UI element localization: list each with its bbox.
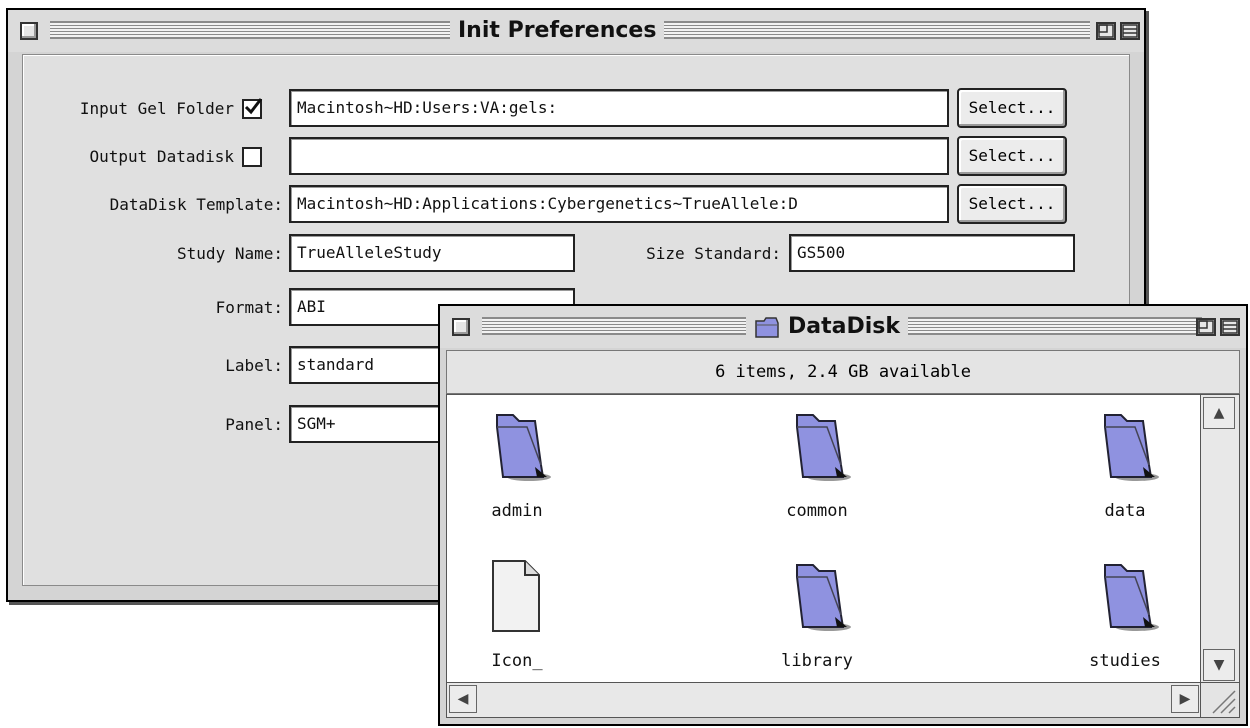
- folder-common[interactable]: common: [747, 407, 887, 521]
- folder-icon: [1104, 564, 1159, 631]
- study-name-label: Study Name:: [177, 244, 283, 263]
- collapse-icon: [1122, 24, 1138, 38]
- checkmark-icon: [244, 98, 263, 115]
- vertical-scrollbar[interactable]: ▲ ▼: [1200, 394, 1240, 684]
- resize-grip-icon[interactable]: [1200, 682, 1240, 718]
- status-bar: 6 items, 2.4 GB available: [446, 350, 1240, 394]
- disk-folder-icon: [755, 316, 779, 338]
- document-icon-file[interactable]: Icon_: [447, 557, 587, 671]
- input-gel-folder-label: Input Gel Folder: [79, 99, 234, 118]
- window-title-group: DataDisk: [746, 314, 908, 339]
- folder-admin[interactable]: admin: [447, 407, 587, 521]
- collapse-box[interactable]: [1120, 22, 1140, 40]
- close-box[interactable]: [452, 318, 470, 336]
- zoom-box[interactable]: [1196, 318, 1216, 336]
- size-standard-field[interactable]: GS500: [789, 234, 1075, 272]
- panel-label: Panel:: [225, 415, 283, 434]
- scroll-left-arrow-icon[interactable]: ◀: [449, 685, 477, 713]
- item-name: studies: [1089, 651, 1161, 671]
- file-list: admin common data Icon_ library studies: [446, 394, 1202, 684]
- input-gel-folder-checkbox[interactable]: [242, 98, 263, 119]
- format-label: Format:: [215, 298, 283, 317]
- collapse-box[interactable]: [1220, 318, 1240, 336]
- folder-icon: [496, 414, 551, 481]
- output-datadisk-label: Output Datadisk: [89, 147, 235, 166]
- input-gel-folder-field[interactable]: Macintosh~HD:Users:VA:gels:: [289, 89, 949, 127]
- item-name: Icon_: [491, 651, 543, 671]
- folder-icon: [796, 414, 851, 481]
- close-box[interactable]: [20, 22, 38, 40]
- item-name: data: [1104, 501, 1146, 521]
- input-gel-select-button[interactable]: Select...: [957, 88, 1067, 128]
- size-standard-label: Size Standard:: [646, 244, 781, 263]
- folder-studies[interactable]: studies: [1055, 557, 1195, 671]
- study-name-field[interactable]: TrueAlleleStudy: [289, 234, 575, 272]
- scroll-right-arrow-icon[interactable]: ▶: [1171, 685, 1199, 713]
- scroll-up-arrow-icon[interactable]: ▲: [1203, 397, 1235, 429]
- zoom-icon: [1098, 24, 1114, 38]
- datadisk-template-label: DataDisk Template:: [109, 195, 283, 214]
- window-title: Init Preferences: [450, 18, 665, 43]
- collapse-icon: [1222, 320, 1238, 334]
- datadisk-template-select-button[interactable]: Select...: [957, 184, 1067, 224]
- title-bar[interactable]: DataDisk: [440, 306, 1246, 348]
- title-bar[interactable]: Init Preferences: [8, 10, 1144, 52]
- grip-lines: [1212, 690, 1236, 714]
- datadisk-window: DataDisk 6 items, 2.4 GB available admin…: [438, 304, 1248, 726]
- window-title: DataDisk: [788, 314, 900, 339]
- datadisk-template-field[interactable]: Macintosh~HD:Applications:Cybergenetics~…: [289, 185, 949, 223]
- document-icon: [492, 560, 540, 632]
- folder-data[interactable]: data: [1055, 407, 1195, 521]
- folder-icon: [796, 564, 851, 631]
- scroll-down-arrow-icon[interactable]: ▼: [1203, 649, 1235, 681]
- item-name: admin: [491, 501, 543, 521]
- output-datadisk-checkbox[interactable]: [242, 147, 262, 167]
- zoom-box[interactable]: [1096, 22, 1116, 40]
- zoom-icon: [1198, 320, 1214, 334]
- item-name: common: [786, 501, 848, 521]
- output-datadisk-field[interactable]: [289, 137, 949, 175]
- horizontal-scrollbar[interactable]: ◀ ▶: [446, 682, 1202, 718]
- label-label: Label:: [225, 356, 283, 375]
- output-datadisk-select-button[interactable]: Select...: [957, 136, 1067, 176]
- item-name: library: [781, 651, 853, 671]
- folder-icon: [1104, 414, 1159, 481]
- folder-library[interactable]: library: [747, 557, 887, 671]
